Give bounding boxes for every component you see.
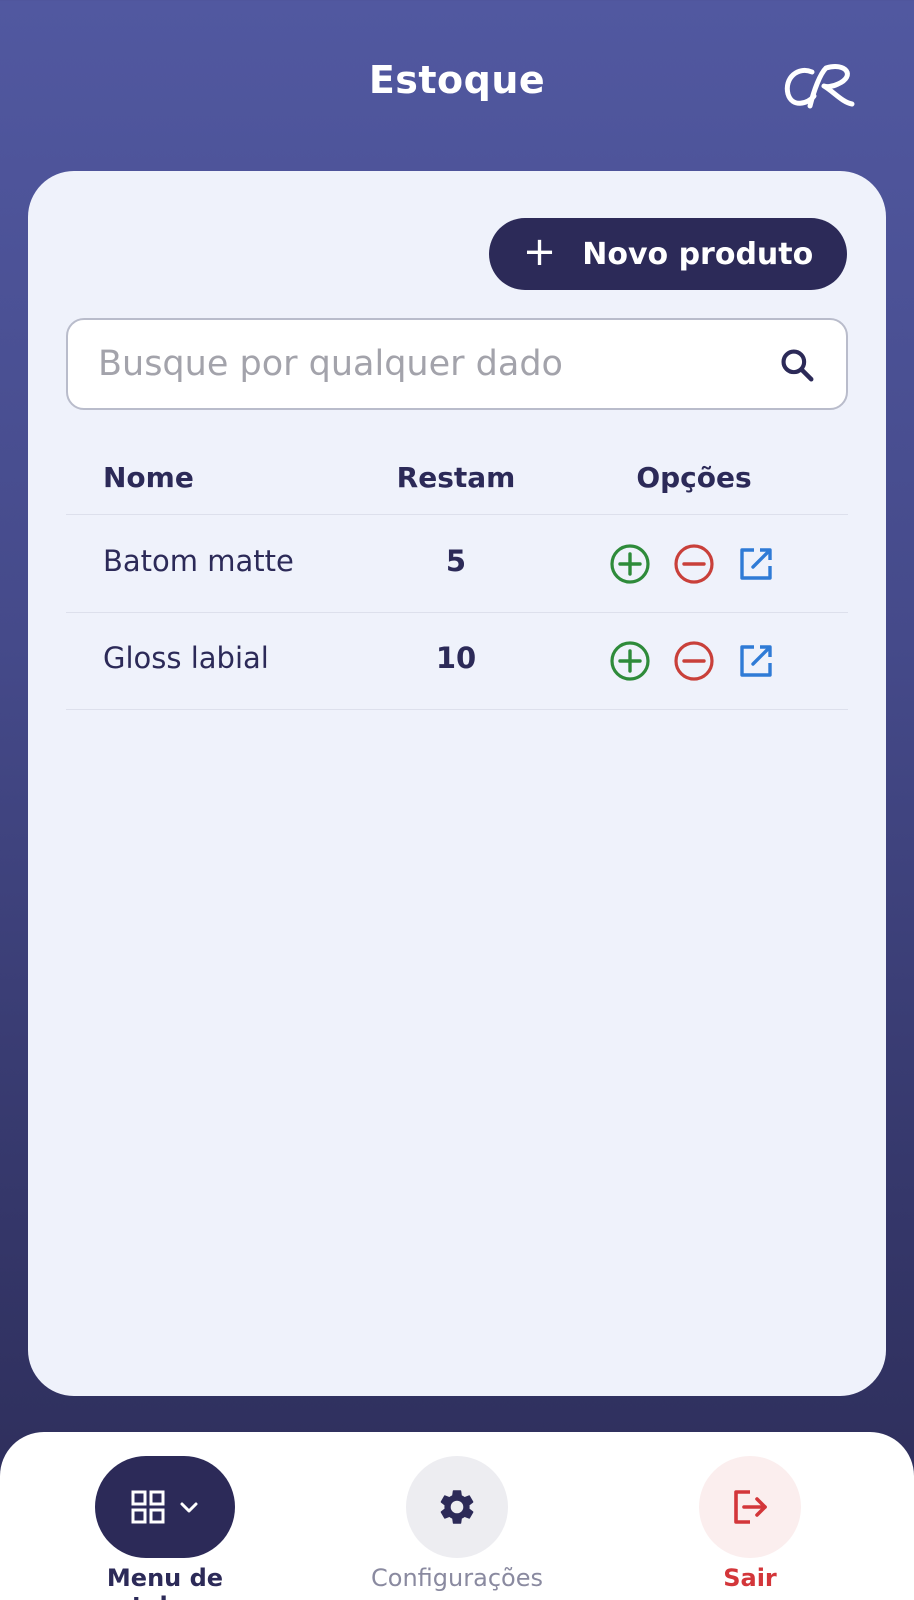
product-name: Gloss labial: [103, 641, 269, 675]
search-input[interactable]: [98, 320, 758, 408]
grid-icon: [131, 1490, 165, 1524]
product-remaining: 10: [435, 641, 477, 675]
plus-icon: +: [522, 229, 557, 275]
nav-label-logout: Sair: [723, 1564, 777, 1592]
logout-pill[interactable]: [699, 1456, 801, 1558]
add-stock-icon[interactable]: [608, 639, 652, 683]
nav-configuracoes[interactable]: Configurações: [342, 1456, 572, 1592]
new-product-label: Novo produto: [582, 236, 814, 272]
remove-stock-icon[interactable]: [672, 639, 716, 683]
nav-menu-de-telas[interactable]: Menu de telas: [70, 1456, 260, 1600]
table-header: Nome Restam Opções: [66, 451, 848, 515]
edit-external-icon[interactable]: [734, 542, 778, 586]
new-product-button[interactable]: + Novo produto: [489, 218, 847, 290]
product-remaining: 5: [445, 544, 467, 578]
stock-card: + Novo produto Nome Restam Opções Batom …: [28, 171, 886, 1396]
nav-label-settings: Configurações: [371, 1564, 543, 1592]
page-title: Estoque: [368, 58, 546, 102]
chevron-down-icon: [180, 1502, 198, 1513]
search-icon[interactable]: [778, 346, 816, 384]
logout-icon: [734, 1490, 767, 1524]
settings-pill[interactable]: [406, 1456, 508, 1558]
remove-stock-icon[interactable]: [672, 542, 716, 586]
product-name: Batom matte: [103, 544, 294, 578]
column-header-options: Opções: [636, 461, 752, 494]
column-header-name: Nome: [103, 461, 194, 494]
table-row: Gloss labial 10: [66, 613, 848, 710]
edit-external-icon[interactable]: [734, 639, 778, 683]
add-stock-icon[interactable]: [608, 542, 652, 586]
cr-monogram-logo: [784, 64, 855, 109]
search-box: [66, 318, 848, 410]
nav-label-menu: Menu de telas: [106, 1564, 224, 1600]
table-row: Batom matte 5: [66, 516, 848, 613]
column-header-remaining: Restam: [396, 461, 516, 494]
nav-sair[interactable]: Sair: [685, 1456, 815, 1592]
bottom-navigation: Menu de telas Configurações Sair: [0, 1432, 914, 1600]
app-header: Estoque: [0, 0, 914, 170]
menu-pill[interactable]: [95, 1456, 235, 1558]
gear-icon: [440, 1490, 474, 1524]
